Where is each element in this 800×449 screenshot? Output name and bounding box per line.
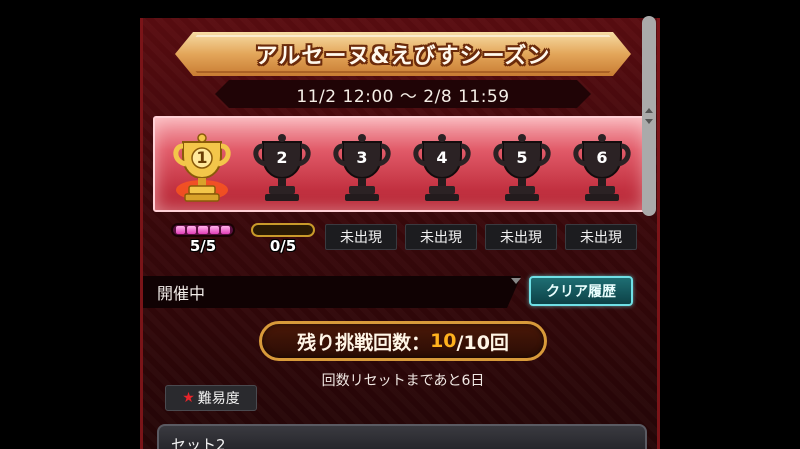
- trophy-5-number: 5: [516, 148, 528, 167]
- trophy-1-number: 1: [196, 148, 208, 167]
- progress-gauge-2: [251, 223, 315, 237]
- trophy-3-status: 未出現: [325, 224, 397, 250]
- progress-gauge-1: [171, 223, 235, 237]
- remaining-tries-pill: 残り挑戦回数： 10 /10回: [259, 321, 547, 361]
- progress-gauge-1-count: 5/5: [189, 237, 217, 255]
- event-period-bar: 11/2 12:00 ～ 2/8 11:59: [215, 80, 591, 108]
- remaining-tries-total: /10回: [456, 331, 509, 354]
- remaining-tries-current: 10: [430, 330, 457, 352]
- event-status-bar: 開催中: [143, 276, 521, 308]
- trophy-3-locked-icon[interactable]: 3: [329, 132, 395, 206]
- event-title: アルセーヌ&えびすシーズン: [255, 44, 551, 69]
- clear-history-button[interactable]: クリア履歴: [529, 276, 633, 306]
- trophy-6-number: 6: [596, 148, 608, 167]
- trophy-5-locked-icon[interactable]: 5: [489, 132, 555, 206]
- event-panel: アルセーヌ&えびすシーズン 11/2 12:00 ～ 2/8 11:59 1 2…: [140, 18, 660, 449]
- status-dropdown-icon: [511, 278, 521, 284]
- trophy-2-number: 2: [276, 148, 288, 167]
- scroll-grip-icon: [645, 108, 653, 124]
- difficulty-label: 難易度: [197, 391, 240, 407]
- difficulty-tag[interactable]: ★ 難易度: [165, 385, 257, 411]
- event-status: 開催中: [157, 284, 206, 303]
- trophy-4-status: 未出現: [405, 224, 477, 250]
- trophy-2-locked-icon[interactable]: 2: [249, 132, 315, 206]
- star-icon: ★: [182, 390, 195, 406]
- trophy-6-status: 未出現: [565, 224, 637, 250]
- trophy-5-status: 未出現: [485, 224, 557, 250]
- progress-gauge-2-count: 0/5: [269, 237, 297, 255]
- trophy-6-locked-icon[interactable]: 6: [569, 132, 635, 206]
- set-label: セット2: [171, 436, 226, 449]
- remaining-tries-label: 残り挑戦回数：: [297, 331, 431, 354]
- trophy-case: 1 2 3 4 5 6: [153, 116, 647, 212]
- trophy-3-number: 3: [356, 148, 368, 167]
- set-card[interactable]: セット2: [157, 424, 647, 449]
- trophy-4-number: 4: [436, 148, 448, 167]
- scrollbar[interactable]: [642, 16, 656, 216]
- event-period: 11/2 12:00 ～ 2/8 11:59: [296, 86, 510, 107]
- trophy-4-locked-icon[interactable]: 4: [409, 132, 475, 206]
- trophy-1-gold-icon[interactable]: 1: [169, 132, 235, 206]
- event-title-banner: アルセーヌ&えびすシーズン: [175, 32, 631, 76]
